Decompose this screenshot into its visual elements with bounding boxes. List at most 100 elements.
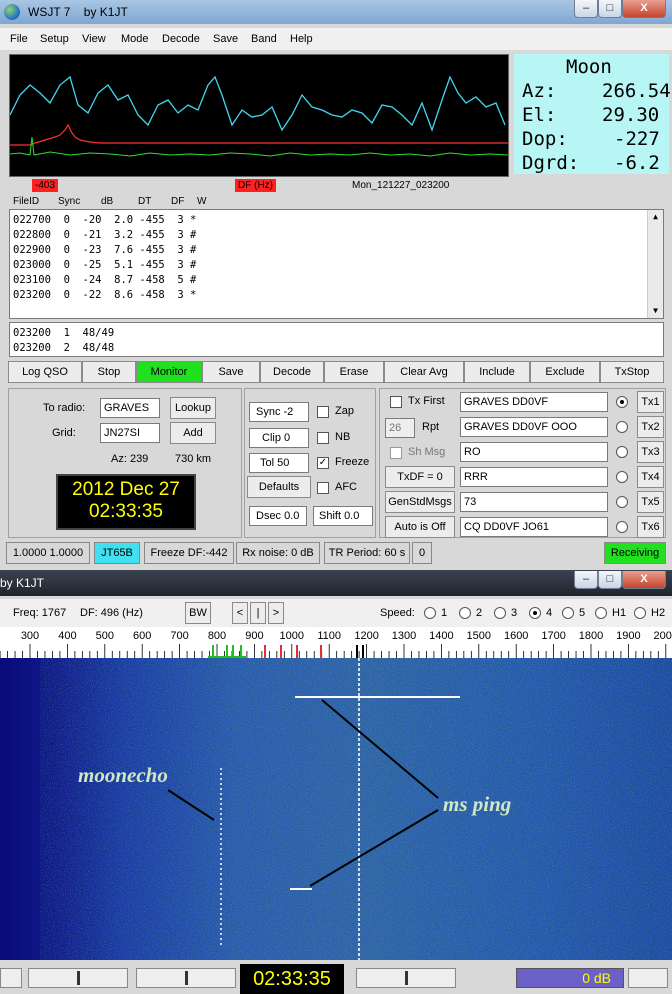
- sh-msg-label: Sh Msg: [408, 446, 446, 458]
- txdf-button[interactable]: TxDF = 0: [385, 466, 455, 488]
- decode-scrollbar[interactable]: ▲ ▼: [647, 210, 663, 318]
- tx1-radio[interactable]: [616, 396, 628, 408]
- speed-radio-h2[interactable]: [634, 607, 646, 619]
- genstdmsgs-button[interactable]: GenStdMsgs: [385, 491, 455, 513]
- grid-input[interactable]: JN27SI: [100, 423, 160, 443]
- bottom-slider-2[interactable]: [136, 968, 236, 988]
- scroll-down-icon[interactable]: ▼: [648, 304, 663, 318]
- tx6-message[interactable]: CQ DD0VF JO61: [460, 517, 608, 537]
- menu-band[interactable]: Band: [251, 33, 277, 45]
- decode-button[interactable]: Decode: [260, 361, 324, 383]
- slider-thumb[interactable]: [77, 971, 80, 985]
- status-freeze-df: Freeze DF:-442: [144, 542, 234, 564]
- afc-checkbox[interactable]: [317, 482, 329, 494]
- tx2-button[interactable]: Tx2: [637, 416, 664, 438]
- sync-spinner[interactable]: Sync -2: [249, 402, 309, 422]
- menu-save[interactable]: Save: [213, 33, 238, 45]
- bottom-slider-0[interactable]: [0, 968, 22, 988]
- tx3-button[interactable]: Tx3: [637, 441, 664, 463]
- tx4-radio[interactable]: [616, 471, 628, 483]
- speed-radio-3[interactable]: [494, 607, 506, 619]
- decode-list[interactable]: 022700 0 -20 2.0 -455 3 * 022800 0 -21 3…: [9, 209, 664, 319]
- menu-help[interactable]: Help: [290, 33, 313, 45]
- menu-mode[interactable]: Mode: [121, 33, 149, 45]
- stop-button[interactable]: Stop: [82, 361, 136, 383]
- spec-minimize-button[interactable]: –: [574, 571, 598, 589]
- speed-radio-4[interactable]: [529, 607, 541, 619]
- slider-thumb[interactable]: [185, 971, 188, 985]
- nav-left-button[interactable]: <: [232, 602, 248, 624]
- exclude-button[interactable]: Exclude: [530, 361, 600, 383]
- menu-file[interactable]: File: [10, 33, 28, 45]
- tx4-button[interactable]: Tx4: [637, 466, 664, 488]
- speed-radio-2[interactable]: [459, 607, 471, 619]
- bottom-slider-1[interactable]: [28, 968, 128, 988]
- tx-panel: Tx First 26 Rpt Sh Msg TxDF = 0 GenStdMs…: [379, 388, 666, 538]
- speed-radio-h1[interactable]: [595, 607, 607, 619]
- defaults-button[interactable]: Defaults: [247, 476, 311, 498]
- scroll-up-icon[interactable]: ▲: [648, 210, 663, 224]
- bw-button[interactable]: BW: [185, 602, 211, 624]
- tx6-button[interactable]: Tx6: [637, 516, 664, 538]
- tx5-message[interactable]: 73: [460, 492, 608, 512]
- speed-label-5: 5: [579, 607, 586, 619]
- status-mode: JT65B: [94, 542, 140, 564]
- tx1-button[interactable]: Tx1: [637, 391, 664, 413]
- hdr-w: W: [197, 196, 207, 207]
- txstop-button[interactable]: TxStop: [600, 361, 664, 383]
- tx6-radio[interactable]: [616, 521, 628, 533]
- nav-right-button[interactable]: >: [268, 602, 284, 624]
- tx2-message[interactable]: GRAVES DD0VF OOO: [460, 417, 608, 437]
- auto-button[interactable]: Auto is Off: [385, 516, 455, 538]
- zap-checkbox[interactable]: [317, 406, 329, 418]
- waterfall-display[interactable]: moonecho ms ping: [0, 658, 672, 960]
- include-button[interactable]: Include: [464, 361, 530, 383]
- maximize-button[interactable]: □: [598, 0, 622, 18]
- spectrum-plot[interactable]: [9, 54, 509, 177]
- tx-first-checkbox[interactable]: [390, 396, 402, 408]
- spec-maximize-button[interactable]: □: [598, 571, 622, 589]
- shift-spinner[interactable]: Shift 0.0: [313, 506, 373, 526]
- monitor-button[interactable]: Monitor: [136, 361, 202, 383]
- nb-checkbox[interactable]: [317, 432, 329, 444]
- tx1-message[interactable]: GRAVES DD0VF: [460, 392, 608, 412]
- status-levels: 1.0000 1.0000: [6, 542, 90, 564]
- minimize-button[interactable]: –: [574, 0, 598, 18]
- freeze-checkbox[interactable]: ✓: [317, 457, 329, 469]
- nav-center-button[interactable]: |: [250, 602, 266, 624]
- tol-spinner[interactable]: Tol 50: [249, 453, 309, 473]
- close-button[interactable]: X: [622, 0, 666, 18]
- frequency-scale[interactable]: 300 400 500 600 700 800 900 1000 1100 1200 1300 140…: [0, 627, 672, 659]
- to-radio-input[interactable]: GRAVES: [100, 398, 160, 418]
- bottom-slider-3[interactable]: [356, 968, 456, 988]
- slider-thumb[interactable]: [405, 971, 408, 985]
- rpt-input[interactable]: 26: [385, 418, 415, 438]
- menu-view[interactable]: View: [82, 33, 106, 45]
- menu-setup[interactable]: Setup: [40, 33, 69, 45]
- lookup-button[interactable]: Lookup: [170, 397, 216, 419]
- tx2-radio[interactable]: [616, 421, 628, 433]
- erase-button[interactable]: Erase: [324, 361, 384, 383]
- speed-radio-5[interactable]: [562, 607, 574, 619]
- sh-msg-checkbox[interactable]: [390, 447, 402, 459]
- scale-label: 1400: [429, 630, 453, 642]
- average-list[interactable]: 023200 1 48/49 023200 2 48/48: [9, 322, 664, 357]
- bottom-clock: 02:33:35: [240, 964, 344, 994]
- log-qso-button[interactable]: Log QSO: [8, 361, 82, 383]
- tx5-radio[interactable]: [616, 496, 628, 508]
- moon-dop-value: -227: [614, 128, 660, 150]
- clip-spinner[interactable]: Clip 0: [249, 428, 309, 448]
- menu-decode[interactable]: Decode: [162, 33, 200, 45]
- spec-close-button[interactable]: X: [622, 571, 666, 589]
- save-button[interactable]: Save: [202, 361, 260, 383]
- tx3-message[interactable]: RO: [460, 442, 608, 462]
- speed-radio-1[interactable]: [424, 607, 436, 619]
- tx4-message[interactable]: RRR: [460, 467, 608, 487]
- tx3-radio[interactable]: [616, 446, 628, 458]
- add-button[interactable]: Add: [170, 422, 216, 444]
- bottom-slider-4[interactable]: [628, 968, 668, 988]
- afc-label: AFC: [335, 481, 357, 493]
- dsec-spinner[interactable]: Dsec 0.0: [249, 506, 307, 526]
- tx5-button[interactable]: Tx5: [637, 491, 664, 513]
- clear-avg-button[interactable]: Clear Avg: [384, 361, 464, 383]
